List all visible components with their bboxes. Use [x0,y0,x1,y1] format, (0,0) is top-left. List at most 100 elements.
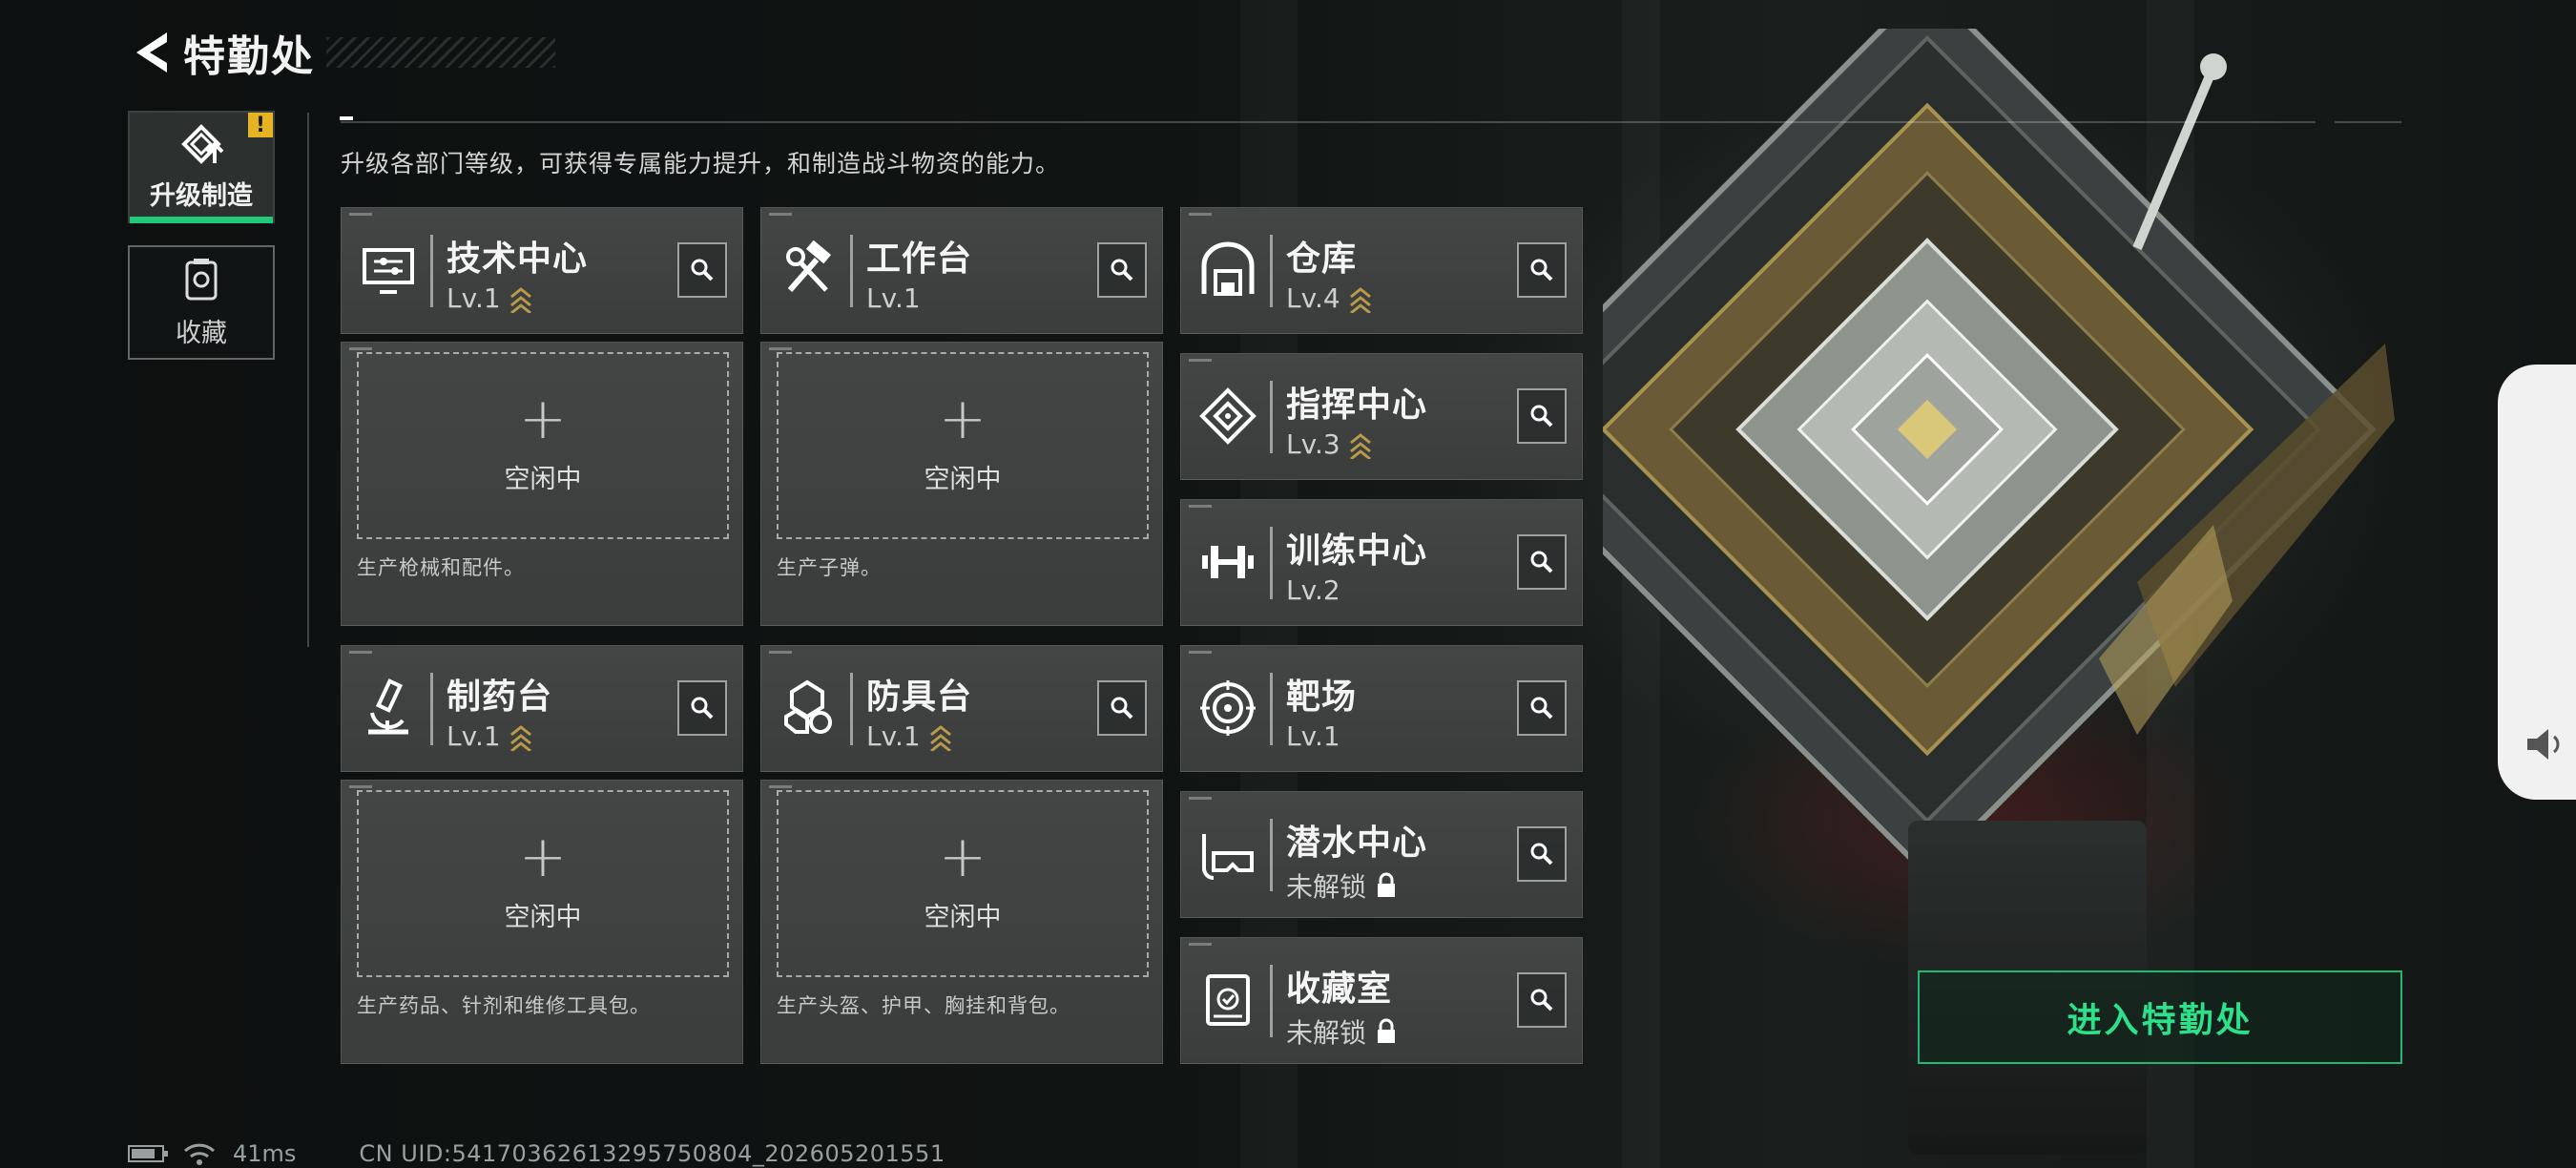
search-icon [1530,697,1553,720]
card-mark [769,347,792,350]
level-text: Lv.1 [1286,720,1340,752]
plus-icon: + [938,385,987,452]
card-mark [349,213,372,216]
card-mark [1189,797,1212,800]
search-button[interactable] [1097,680,1147,736]
card-mark [1189,213,1212,216]
card-mark [769,785,792,788]
upgrade-chevron-icon [929,724,951,751]
room-card-armor-bench[interactable]: 防具台 Lv.1 [760,645,1163,772]
enter-special-ops-button[interactable]: 进入特勤处 [1918,970,2402,1064]
room-level: Lv.1 [447,720,533,752]
slot-status: 空闲中 [504,902,582,932]
command-diamond-icon [1199,387,1257,445]
search-button[interactable] [1097,242,1147,298]
search-icon [1111,259,1133,282]
divider [2335,121,2401,123]
collection-room-icon [1206,974,1250,1026]
room-name: 收藏室 [1286,970,1393,1009]
search-icon [1111,697,1133,720]
room-card-diving-center[interactable]: 潜水中心 未解锁 [1180,791,1583,918]
page-title: 特勤处 [183,32,315,81]
armor-parts-icon [784,679,832,734]
room-name: 工作台 [866,240,973,279]
production-description: 生产子弹。 [777,556,882,579]
production-slot-card: + 空闲中 生产药品、针剂和维修工具包。 [341,780,743,1064]
search-icon [691,259,714,282]
separator [1270,381,1273,453]
page-header: 特勤处 [126,23,555,82]
tab-label: 升级制造 [150,180,253,211]
room-name: 技术中心 [447,240,589,279]
room-name: 仓库 [1286,240,1358,279]
search-button[interactable] [1517,534,1567,590]
search-icon [1530,405,1553,428]
room-level: Lv.2 [1286,574,1340,606]
room-level: Lv.4 [1286,282,1373,314]
room-card-warehouse[interactable]: 仓库 Lv.4 [1180,207,1583,334]
room-card-command-center[interactable]: 指挥中心 Lv.3 [1180,353,1583,480]
room-card-tech-center[interactable]: 技术中心 Lv.1 [341,207,743,334]
separator [1270,673,1273,745]
card-mark [349,347,372,350]
search-button[interactable] [1517,242,1567,298]
search-button[interactable] [677,680,727,736]
upgrade-chevron-icon [509,724,531,751]
upgrade-chevron-icon [509,286,531,313]
search-button[interactable] [677,242,727,298]
tab-label: 收藏 [176,318,227,348]
vertical-divider [307,113,309,647]
room-card-pharmacy[interactable]: 制药台 Lv.1 [341,645,743,772]
room-level: Lv.1 [866,720,953,752]
search-button[interactable] [1517,826,1567,882]
separator [430,235,433,307]
search-button[interactable] [1517,388,1567,444]
card-mark [1189,651,1212,654]
room-name: 靶场 [1286,678,1358,717]
level-text: Lv.4 [1286,282,1340,314]
search-icon [1530,843,1553,866]
separator [1270,819,1273,891]
tab-upgrade-craft[interactable]: ! 升级制造 [128,111,275,223]
level-text: Lv.3 [1286,428,1340,460]
search-icon [1530,989,1553,1012]
locked-text: 未解锁 [1286,1017,1367,1049]
room-card-collection-room[interactable]: 收藏室 未解锁 [1180,937,1583,1064]
separator [1270,965,1273,1037]
volume-icon[interactable] [2524,725,2566,763]
lock-icon [1378,1018,1396,1043]
divider-marker [340,116,353,120]
room-name: 潜水中心 [1286,824,1428,863]
production-description: 生产枪械和配件。 [357,556,525,579]
production-slot[interactable]: + 空闲中 [777,790,1149,977]
production-slot[interactable]: + 空闲中 [777,352,1149,539]
locked-text: 未解锁 [1286,871,1367,903]
search-icon [1530,551,1553,574]
dumbbell-icon [1202,546,1254,578]
search-icon [1530,259,1553,282]
status-bar: 41ms CN UID:54170362613295750804_2026052… [128,1140,945,1167]
production-slot[interactable]: + 空闲中 [357,790,729,977]
search-button[interactable] [1517,972,1567,1028]
room-name: 指挥中心 [1286,386,1428,425]
room-card-workbench[interactable]: 工作台 Lv.1 [760,207,1163,334]
production-description: 生产药品、针剂和维修工具包。 [357,994,651,1017]
upgrade-icon [181,123,224,164]
wifi-icon [183,1143,216,1165]
room-level: 未解锁 [1286,866,1397,905]
ping-value: 41ms [233,1140,297,1167]
search-button[interactable] [1517,680,1567,736]
card-mark [1189,505,1212,508]
upgrade-chevron-icon [1349,286,1371,313]
production-slot[interactable]: + 空闲中 [357,352,729,539]
room-card-training-center[interactable]: 训练中心 Lv.2 [1180,499,1583,626]
tab-collection[interactable]: 收藏 [128,245,275,360]
room-card-shooting-range[interactable]: 靶场 Lv.1 [1180,645,1583,772]
production-description: 生产头盔、护甲、胸挂和背包。 [777,994,1070,1017]
plus-icon: + [518,823,568,890]
divider [341,121,2316,123]
room-level: Lv.1 [447,282,533,314]
back-button[interactable] [126,23,174,82]
separator [430,673,433,745]
collection-icon [185,258,218,300]
